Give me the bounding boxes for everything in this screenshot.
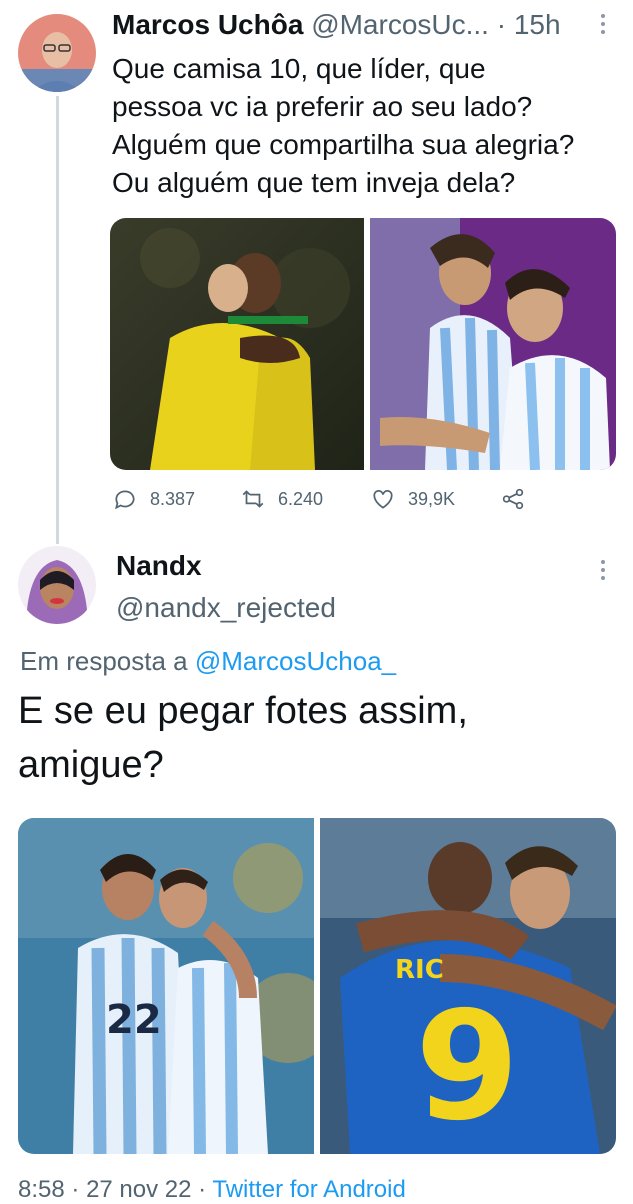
tweet-text-line: Que camisa 10, que líder, que: [112, 53, 486, 84]
header-separator: ·: [496, 9, 507, 40]
svg-text:RIC: RIC: [395, 955, 444, 985]
retweet-icon: [242, 490, 264, 508]
reply-prefix: Em resposta a: [20, 646, 188, 676]
tweet-text: Que camisa 10, que líder, que pessoa vc …: [112, 50, 622, 202]
reply-count: 8.387: [150, 488, 196, 509]
photo-argentina-players-celebrating[interactable]: [370, 218, 616, 470]
reply-button[interactable]: 8.387: [112, 486, 195, 512]
author-handle[interactable]: @MarcosUc...: [311, 9, 489, 40]
more-options-icon[interactable]: [600, 560, 606, 580]
reply-author-handle[interactable]: @nandx_rejected: [116, 592, 336, 624]
share-button[interactable]: [500, 486, 526, 512]
reply-author-avatar[interactable]: [18, 546, 96, 624]
photo-argentina-players-hugging[interactable]: 22: [18, 818, 314, 1154]
more-options-icon[interactable]: [600, 14, 606, 34]
tweet-date[interactable]: 27 nov 22: [86, 1176, 191, 1203]
like-button[interactable]: 39,9K: [370, 486, 455, 512]
reply-author-name[interactable]: Nandx: [116, 550, 202, 582]
tweet-time[interactable]: 8:58: [18, 1176, 65, 1203]
tweet-text-line: Alguém que compartilha sua alegria?: [112, 129, 575, 160]
tweet-source-link[interactable]: Twitter for Android: [212, 1176, 405, 1203]
tweet-time[interactable]: 15h: [514, 9, 561, 40]
svg-text:9: 9: [415, 980, 519, 1154]
svg-text:22: 22: [106, 997, 162, 1043]
like-count: 39,9K: [408, 488, 456, 509]
heart-icon: [373, 490, 393, 509]
author-avatar[interactable]: [18, 14, 96, 92]
tweet-text-line: pessoa vc ia preferir ao seu lado?: [112, 91, 533, 122]
tweet-text-line: Ou alguém que tem inveja dela?: [112, 167, 516, 198]
retweet-count: 6.240: [278, 488, 324, 509]
author-name[interactable]: Marcos Uchôa: [112, 9, 303, 40]
retweet-button[interactable]: 6.240: [240, 486, 323, 512]
tweet-text-line: amigue?: [18, 744, 164, 786]
photo-brazil-number-9-hug[interactable]: 9 RIC: [320, 818, 616, 1154]
reply-to-handle-link[interactable]: @MarcosUchoa_: [195, 646, 396, 676]
share-icon: [502, 488, 524, 510]
tweet-header: Marcos Uchôa @MarcosUc... · 15h: [112, 9, 561, 41]
reply-tweet-text: E se eu pegar fotes assim, amigue?: [18, 684, 618, 792]
reply-icon: [115, 490, 135, 510]
photo-brazil-players-hugging[interactable]: [110, 218, 364, 470]
tweet-text-line: E se eu pegar fotes assim,: [18, 690, 468, 732]
thread-connector-line: [56, 96, 59, 544]
replying-to: Em resposta a @MarcosUchoa_: [20, 646, 396, 677]
